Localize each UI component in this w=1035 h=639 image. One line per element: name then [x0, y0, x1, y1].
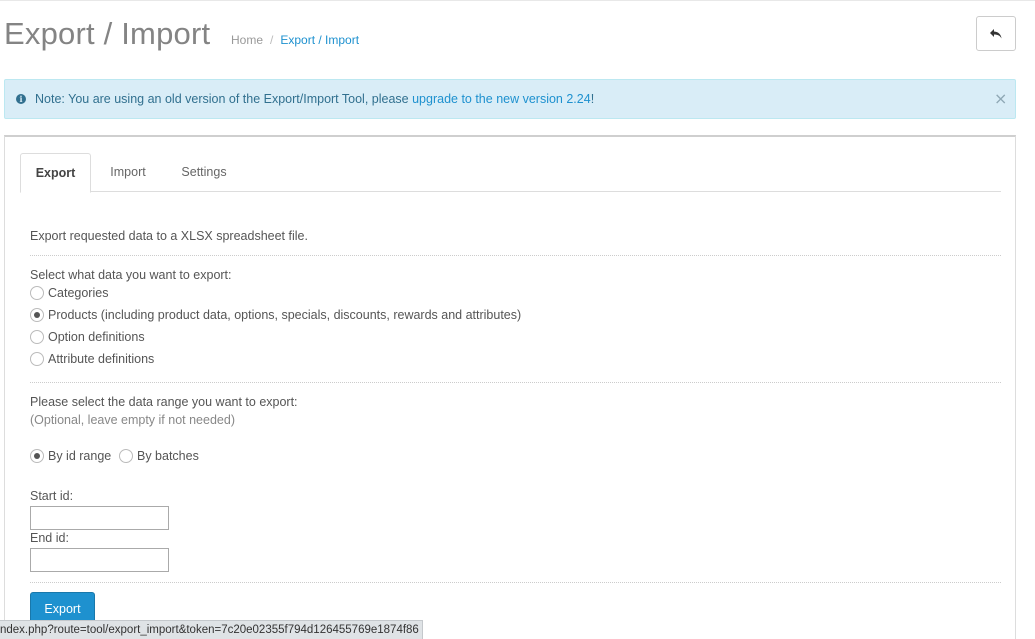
tab-import[interactable]: Import — [98, 153, 158, 192]
radio-by-batches[interactable]: By batches — [119, 449, 199, 463]
tab-export[interactable]: Export — [20, 153, 91, 193]
breadcrumb-separator: / — [270, 33, 274, 47]
start-id-input[interactable] — [30, 506, 169, 530]
end-id-input[interactable] — [30, 548, 169, 572]
range-hint: (Optional, leave empty if not needed) — [30, 413, 235, 427]
radio-button[interactable] — [30, 286, 44, 300]
alert-suffix: ! — [590, 92, 595, 106]
info-circle-icon: i — [16, 94, 26, 104]
breadcrumb-home[interactable]: Home — [231, 33, 263, 47]
tab-settings[interactable]: Settings — [170, 153, 238, 192]
radio-button[interactable] — [30, 352, 44, 366]
back-button[interactable] — [976, 16, 1016, 51]
radio-option-definitions[interactable]: Option definitions — [30, 330, 145, 344]
radio-categories[interactable]: Categories — [30, 286, 108, 300]
breadcrumb: Home / Export / Import — [231, 33, 359, 47]
radio-button[interactable] — [119, 449, 133, 463]
alert-text: Note: You are using an old version of th… — [35, 92, 413, 106]
divider — [30, 582, 1001, 583]
select-data-label: Select what data you want to export: — [30, 268, 232, 282]
radio-label: By id range — [48, 449, 112, 463]
start-id-label: Start id: — [30, 489, 74, 503]
export-panel: Export Import Settings Export requested … — [4, 135, 1016, 639]
radio-attribute-definitions[interactable]: Attribute definitions — [30, 352, 154, 366]
radio-button[interactable] — [30, 330, 44, 344]
page-title: Export / Import — [4, 16, 211, 51]
close-icon[interactable]: × — [994, 89, 1007, 108]
reply-icon — [990, 28, 1002, 38]
export-intro: Export requested data to a XLSX spreadsh… — [30, 229, 308, 243]
status-bar-url: ndex.php?route=tool/export_import&token=… — [0, 620, 423, 639]
radio-label: Attribute definitions — [48, 352, 155, 366]
radio-button[interactable] — [30, 308, 44, 322]
radio-label: Products (including product data, option… — [48, 308, 522, 322]
radio-label: Categories — [48, 286, 109, 300]
divider — [30, 255, 1001, 256]
tab-bar: Export Import Settings — [20, 153, 1001, 193]
page-header: Export / Import Home / Export / Import — [4, 14, 1024, 64]
top-border — [0, 0, 1035, 1]
divider — [30, 382, 1001, 383]
end-id-label: End id: — [30, 531, 69, 545]
radio-by-id-range[interactable]: By id range — [30, 449, 111, 463]
radio-products[interactable]: Products (including product data, option… — [30, 308, 521, 322]
version-alert: i Note: You are using an old version of … — [4, 79, 1016, 119]
breadcrumb-export-import[interactable]: Export / Import — [280, 33, 359, 47]
upgrade-link[interactable]: upgrade to the new version 2.24 — [412, 92, 591, 106]
alert-message: Note: You are using an old version of th… — [35, 92, 594, 106]
radio-label: Option definitions — [48, 330, 145, 344]
range-label: Please select the data range you want to… — [30, 395, 298, 409]
radio-button[interactable] — [30, 449, 44, 463]
radio-label: By batches — [137, 449, 199, 463]
